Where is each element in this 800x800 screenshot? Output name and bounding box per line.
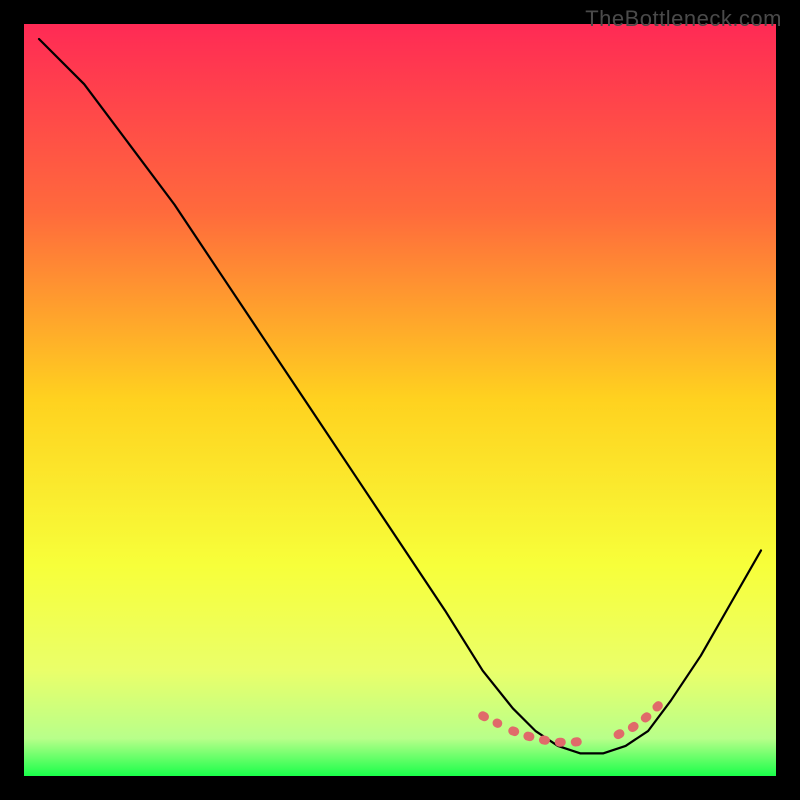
watermark-text: TheBottleneck.com bbox=[585, 6, 782, 32]
chart-canvas bbox=[24, 24, 776, 776]
chart-svg bbox=[24, 24, 776, 776]
gradient-background bbox=[24, 24, 776, 776]
